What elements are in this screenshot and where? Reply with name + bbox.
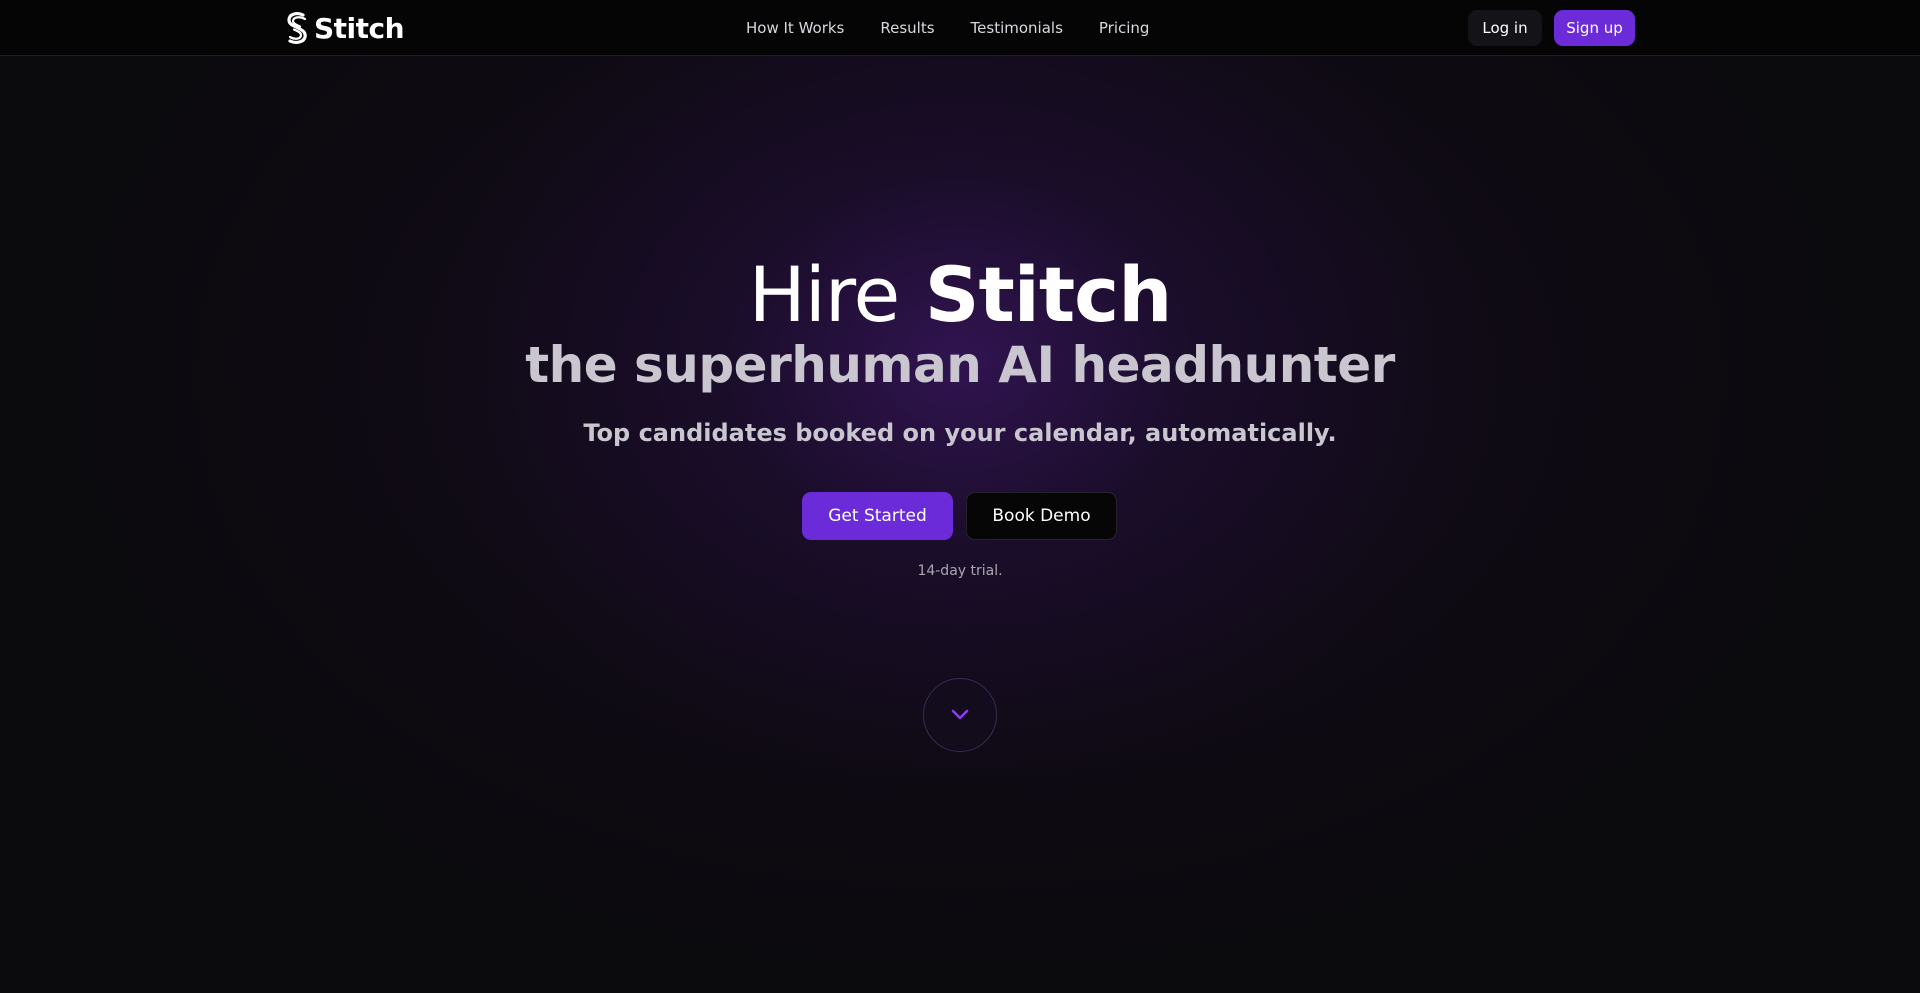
hero-subtitle: the superhuman AI headhunter — [525, 336, 1395, 394]
trial-note: 14-day trial. — [917, 563, 1003, 579]
brand-name: Stitch — [314, 11, 405, 45]
brand-logo[interactable]: Stitch — [284, 10, 405, 46]
nav-how-it-works[interactable]: How It Works — [746, 19, 844, 37]
chevron-down-icon — [951, 709, 969, 720]
scroll-down-button[interactable] — [923, 678, 997, 752]
book-demo-button[interactable]: Book Demo — [966, 492, 1117, 540]
login-button[interactable]: Log in — [1468, 10, 1542, 46]
main-nav: How It Works Results Testimonials Pricin… — [746, 0, 1149, 56]
hero-title-prefix: Hire — [748, 250, 901, 339]
hero-tagline: Top candidates booked on your calendar, … — [583, 419, 1337, 447]
landing-page: Stitch How It Works Results Testimonials… — [0, 0, 1920, 993]
nav-testimonials[interactable]: Testimonials — [971, 19, 1063, 37]
hero-title: Hire Stitch — [0, 250, 1920, 340]
nav-pricing[interactable]: Pricing — [1099, 19, 1150, 37]
get-started-button[interactable]: Get Started — [802, 492, 953, 540]
nav-results[interactable]: Results — [880, 19, 934, 37]
top-navbar: Stitch How It Works Results Testimonials… — [0, 0, 1920, 56]
stitch-s-logo-icon — [287, 12, 307, 44]
hero-title-brand: Stitch — [924, 250, 1173, 339]
signup-button[interactable]: Sign up — [1554, 10, 1635, 46]
cta-row: Get Started Book Demo — [802, 492, 1117, 540]
